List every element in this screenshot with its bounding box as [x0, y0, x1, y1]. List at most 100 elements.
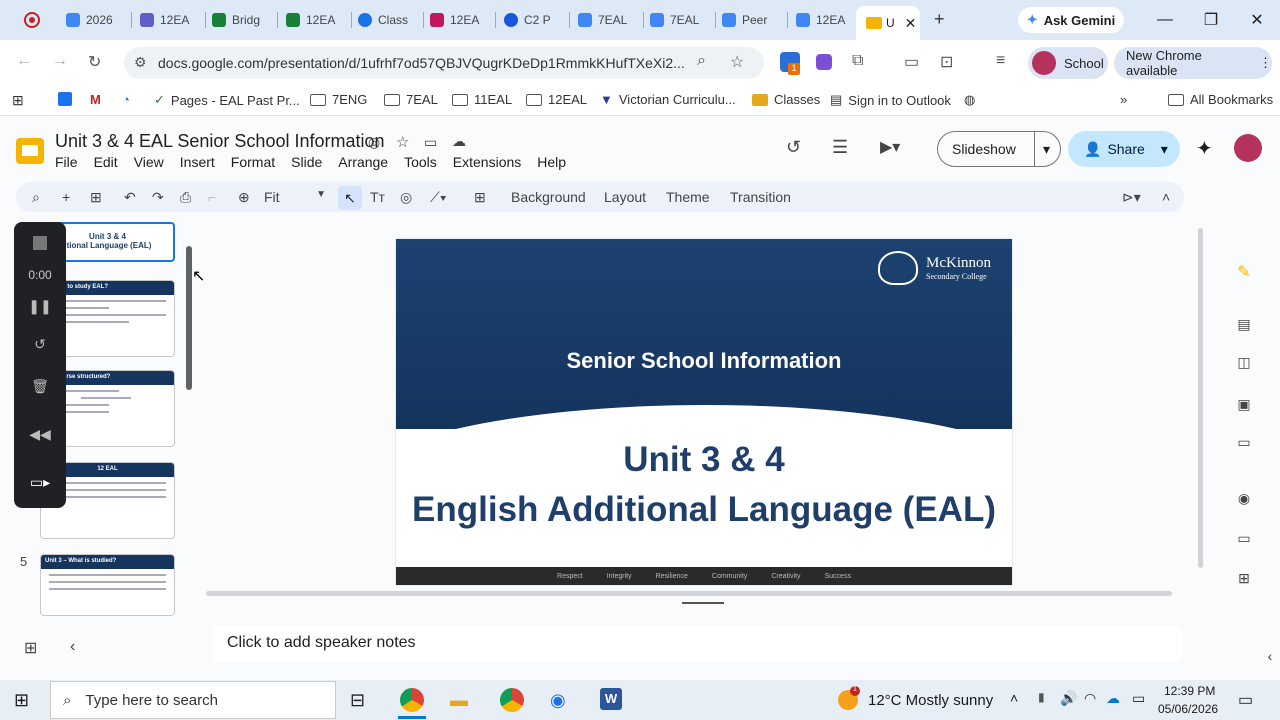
drive-icon[interactable]: ▭ — [1236, 434, 1252, 450]
menu-extensions[interactable]: Extensions — [453, 154, 521, 170]
windows-start-icon[interactable]: ⊞ — [14, 690, 29, 711]
label-icon[interactable]: ◎ — [368, 134, 380, 151]
paint-format-icon[interactable]: ⌐ — [208, 189, 216, 205]
tasks-icon[interactable]: ◫ — [1236, 354, 1252, 370]
tab-5[interactable]: 12EA — [430, 8, 496, 32]
apps-icon[interactable]: ⊞ — [12, 92, 24, 109]
file-explorer-icon[interactable]: ▬ — [450, 690, 468, 711]
slideshow-button[interactable]: Slideshow ▾ — [937, 131, 1061, 167]
more-vert-icon[interactable]: ⋮ — [1259, 55, 1272, 71]
show-hidden-icons[interactable]: ˄ — [1010, 690, 1018, 706]
menu-insert[interactable]: Insert — [180, 154, 215, 170]
slide-canvas[interactable]: McKinnon Secondary College Senior School… — [396, 239, 1012, 585]
word-app-icon[interactable]: W — [600, 688, 622, 710]
bookmark-outlook[interactable]: ▤ Sign in to Outlook — [830, 92, 951, 108]
tab-7[interactable]: 7EAL — [578, 8, 644, 32]
gemini-icon[interactable]: ✦ — [1196, 136, 1213, 161]
menu-slide[interactable]: Slide — [291, 154, 322, 170]
record-icon[interactable]: ◉ — [1236, 490, 1252, 506]
move-folder-icon[interactable]: ▭ — [424, 134, 437, 151]
close-window-button[interactable]: ✕ — [1242, 8, 1272, 32]
tab-3[interactable]: 12EA — [286, 8, 352, 32]
weather-text[interactable]: 12°C Mostly sunny — [868, 692, 993, 709]
star-icon[interactable]: ☆ — [396, 133, 409, 151]
zoom-select[interactable]: Fit ▼ — [264, 189, 326, 205]
task-view-icon[interactable]: ⊟ — [350, 690, 365, 711]
gemini-sparkle-icon[interactable]: ✎ — [1236, 262, 1252, 281]
profile-chip[interactable]: School — [1028, 47, 1108, 79]
background-button[interactable]: Background — [511, 189, 586, 205]
forward-icon[interactable]: → — [52, 52, 68, 70]
pause-icon[interactable]: ❚❚ — [14, 298, 66, 315]
account-avatar[interactable] — [1234, 134, 1262, 162]
layout-button[interactable]: Layout — [604, 189, 646, 205]
line-icon[interactable]: ⟋▾ — [430, 189, 447, 206]
bookmark-star-icon[interactable]: ☆ — [730, 52, 744, 72]
shape-icon[interactable]: ◎ — [400, 189, 412, 206]
record-icon[interactable] — [24, 12, 40, 28]
clock-time[interactable]: 12:39 PM — [1164, 684, 1215, 698]
keep-icon[interactable]: ▤ — [1236, 316, 1252, 332]
calendar-icon[interactable] — [58, 92, 72, 106]
bookmark-pages[interactable]: ✓ Pages - EAL Past Pr... — [154, 92, 300, 108]
viewer-app-icon[interactable]: ◉ — [550, 690, 566, 711]
collapse-toolbar-icon[interactable]: ˄ — [1162, 189, 1170, 205]
menu-help[interactable]: Help — [537, 154, 566, 170]
clock-date[interactable]: 05/06/2026 — [1158, 702, 1218, 716]
zoom-icon[interactable]: ⊕ — [238, 189, 250, 206]
theme-button[interactable]: Theme — [666, 189, 710, 205]
minimize-button[interactable]: — — [1150, 8, 1180, 32]
mic-icon[interactable]: ▮ — [1038, 690, 1045, 704]
close-tab-icon[interactable]: ✕ — [905, 15, 917, 32]
comments-icon[interactable]: ☰ — [832, 137, 848, 158]
update-chrome-button[interactable]: New Chrome available ⋮ — [1114, 47, 1272, 79]
wifi-icon[interactable]: ◠ — [1084, 690, 1096, 707]
tab-2[interactable]: Bridg — [212, 8, 278, 32]
canvas-vertical-scrollbar[interactable] — [1198, 228, 1203, 568]
extension-icon[interactable] — [816, 54, 832, 70]
grid-view-icon[interactable]: ⊞ — [24, 638, 37, 658]
video-icon[interactable]: ▭ — [1236, 530, 1252, 546]
menu-view[interactable]: View — [134, 154, 164, 170]
share-dropdown-icon[interactable]: ▾ — [1161, 141, 1168, 158]
menu-edit[interactable]: Edit — [94, 154, 118, 170]
more-bookmarks-button[interactable]: » — [1120, 92, 1127, 107]
tab-8[interactable]: 7EAL — [650, 8, 716, 32]
delete-icon[interactable]: 🗑 — [14, 378, 66, 395]
all-bookmarks[interactable]: All Bookmarks — [1168, 92, 1273, 107]
gmail-icon[interactable]: M — [90, 92, 101, 107]
share-button[interactable]: 👤 Share ▾ — [1068, 131, 1180, 167]
tab-1[interactable]: 12EA — [140, 8, 206, 32]
ask-gemini-button[interactable]: ✦ Ask Gemini — [1018, 7, 1124, 33]
slides-logo-icon[interactable] — [16, 138, 44, 164]
notes-resize-handle[interactable] — [682, 602, 724, 604]
tab-0[interactable]: 2026 — [66, 8, 132, 32]
timer-icon[interactable]: ◔ — [122, 92, 130, 107]
puzzle-icon[interactable]: ⧉ — [852, 52, 863, 70]
meet-icon[interactable]: ▶▾ — [880, 137, 900, 157]
undo-icon[interactable]: ↶ — [124, 189, 136, 206]
tab-4[interactable]: Class — [358, 8, 424, 32]
bookmark-victorian-curriculum[interactable]: ▼ Victorian Curriculu... — [600, 92, 736, 107]
chrome-app[interactable] — [500, 688, 524, 712]
bookmark-12eal[interactable]: 12EAL — [526, 92, 587, 107]
url-text[interactable]: docs.google.com/presentation/d/1ufrhf7od… — [158, 55, 685, 71]
bookmark-11eal[interactable]: 11EAL — [452, 92, 512, 107]
reload-icon[interactable]: ↻ — [88, 52, 101, 72]
bookmark-7eal[interactable]: 7EAL — [384, 92, 438, 107]
onedrive-icon[interactable]: ☁ — [1106, 690, 1120, 707]
rewind-icon[interactable]: ◀◀ — [14, 426, 66, 443]
tab-active[interactable]: U ✕ — [856, 6, 920, 40]
volume-icon[interactable]: 🔊 — [1060, 690, 1077, 707]
back-icon[interactable]: ← — [16, 52, 32, 70]
search-menus-icon[interactable]: ⌕ — [32, 189, 40, 206]
print-icon[interactable]: ⎙ — [180, 189, 191, 206]
camera-icon[interactable]: ▭▸ — [14, 474, 66, 491]
editing-mode-icon[interactable]: ⊳▾ — [1122, 189, 1141, 206]
slide-thumb-5[interactable]: Unit 3 – What is studied? — [40, 554, 175, 616]
insert-comment-icon[interactable]: ⊞ — [474, 189, 486, 206]
menu-arrange[interactable]: Arrange — [338, 154, 388, 170]
bookmark-7eng[interactable]: 7ENG — [310, 92, 367, 107]
site-info-icon[interactable]: ⚙ — [134, 54, 147, 71]
canvas-horizontal-scrollbar[interactable] — [206, 591, 1172, 596]
